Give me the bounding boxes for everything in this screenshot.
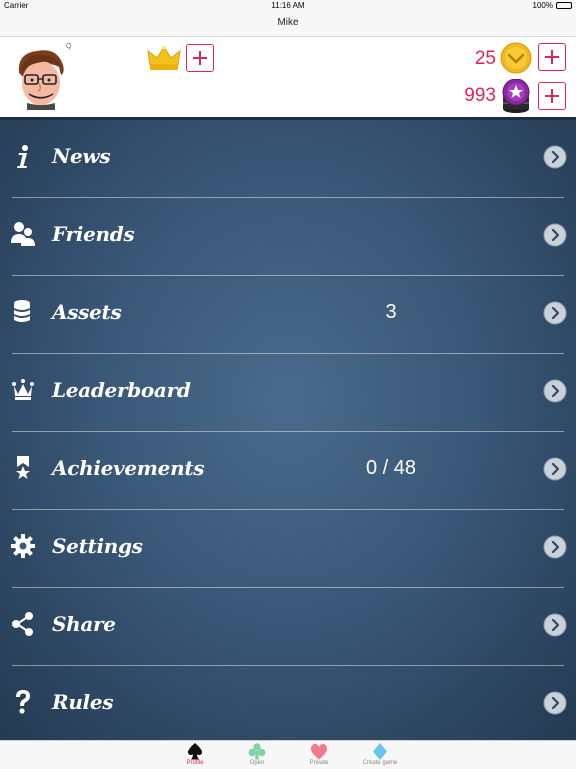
spade-icon: [187, 743, 203, 760]
diamond-icon: [373, 743, 387, 760]
menu-item-label: Friends: [52, 222, 135, 246]
status-bar: Carrier 11:16 AM 100%: [0, 0, 576, 12]
heart-icon: [310, 744, 328, 760]
ribbon-star-icon: [16, 456, 30, 479]
friends-icon: [11, 222, 35, 246]
menu-item-settings[interactable]: Settings: [0, 510, 576, 588]
tab-profile[interactable]: Profile: [160, 741, 230, 769]
menu-item-rules[interactable]: Rules: [0, 666, 576, 744]
add-chips-button[interactable]: [538, 82, 566, 110]
profile-header: Q 25 993: [0, 37, 576, 117]
gold-coin-icon: [500, 42, 532, 74]
add-premium-button[interactable]: [186, 44, 214, 72]
menu-item-label: Share: [52, 612, 116, 636]
status-time: 11:16 AM: [271, 1, 305, 10]
chevron-right-icon: [543, 535, 567, 559]
menu-item-label: Leaderboard: [52, 378, 191, 402]
tab-label: Private: [309, 760, 329, 766]
menu-item-leaderboard[interactable]: Leaderboard: [0, 354, 576, 432]
chevron-right-icon: [543, 457, 567, 481]
chevron-right-icon: [543, 613, 567, 637]
chevron-right-icon: [543, 691, 567, 715]
tab-label: Create game: [362, 760, 398, 766]
question-icon: [16, 690, 30, 714]
tab-label: Profile: [186, 760, 204, 766]
coin-stack-icon: [14, 300, 30, 322]
coins-balance: 25: [474, 48, 496, 69]
menu-item-achievements[interactable]: Achievements 0 / 48: [0, 432, 576, 510]
menu-item-assets[interactable]: Assets 3: [0, 276, 576, 354]
chevron-right-icon: [543, 145, 567, 169]
poker-chip-icon: [502, 79, 530, 113]
menu-item-label: Achievements: [52, 456, 205, 480]
share-icon: [12, 612, 33, 636]
tab-create-game[interactable]: Create game: [345, 741, 415, 769]
tab-label: Open: [249, 760, 265, 766]
avatar-badge: Q: [66, 43, 72, 50]
avatar[interactable]: [7, 43, 74, 110]
page-title: Mike: [277, 17, 299, 28]
chevron-right-icon: [543, 301, 567, 325]
menu-item-label: Settings: [52, 534, 143, 558]
add-coins-button[interactable]: [538, 43, 566, 71]
tab-private[interactable]: Private: [284, 741, 354, 769]
menu-item-news[interactable]: News: [0, 120, 576, 198]
menu-item-value: 3: [385, 301, 397, 323]
chips-balance: 993: [464, 85, 496, 106]
menu-item-friends[interactable]: Friends: [0, 198, 576, 276]
menu-item-share[interactable]: Share: [0, 588, 576, 666]
crown-icon: [147, 45, 181, 70]
battery-percent: 100%: [532, 1, 553, 10]
navigation-bar: Mike: [0, 12, 576, 37]
menu-item-value: 0 / 48: [365, 457, 417, 479]
chevron-right-icon: [543, 379, 567, 403]
menu-item-label: Rules: [52, 690, 114, 714]
crown-icon: [12, 379, 34, 400]
gear-icon: [11, 534, 35, 558]
tab-bar: Profile Open Private Create game: [0, 740, 576, 768]
info-icon: [17, 145, 28, 168]
chevron-right-icon: [543, 223, 567, 247]
menu-item-label: News: [52, 144, 111, 168]
battery-icon: [556, 2, 572, 9]
tab-open[interactable]: Open: [222, 741, 292, 769]
profile-menu: News Friends Assets 3 Leaderboard Achiev…: [0, 117, 576, 740]
club-icon: [248, 743, 266, 760]
menu-item-label: Assets: [52, 300, 122, 324]
